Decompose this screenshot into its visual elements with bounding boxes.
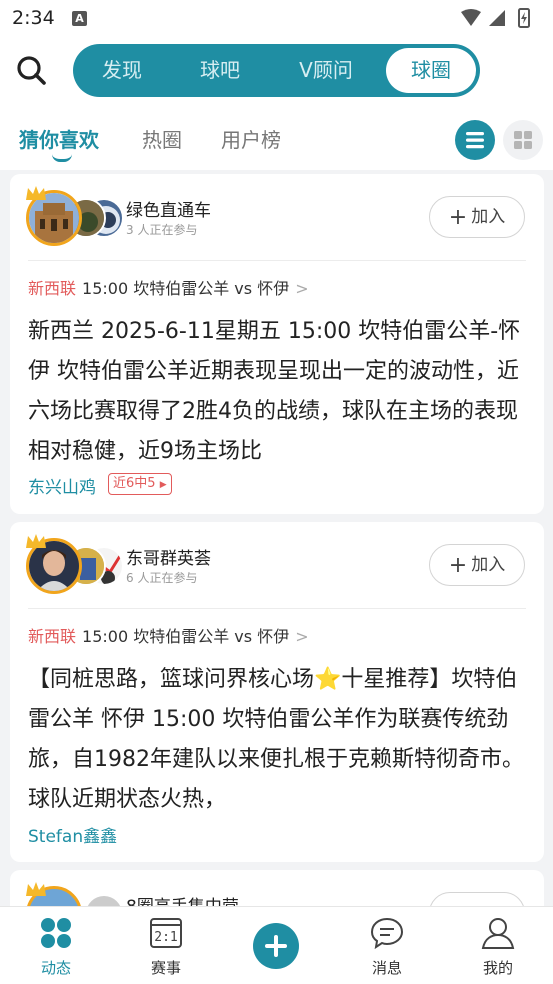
crown-icon [26,882,46,896]
nav-label: 赛事 [150,959,181,977]
status-icons [461,8,530,28]
tab-ball-bar[interactable]: 球吧 [181,44,259,97]
nav-feed[interactable]: 动态 [16,907,96,984]
scoreboard-text: 2:1 [154,930,178,945]
post-text[interactable]: 新西兰 2025-6-11星期五 15:00 坎特伯雷公羊-怀伊 坎特伯雷公羊近… [28,312,528,472]
author-name[interactable]: Stefan鑫鑫 [28,822,117,847]
top-tab-bar: 发现 球吧 V顾问 球圈 [73,44,480,97]
sub-tab-bar: 猜你喜欢 热圈 用户榜 [0,106,553,170]
match-info: 15:00 坎特伯雷公羊 vs 怀伊 [82,279,290,298]
add-button[interactable] [253,923,299,969]
post-text[interactable]: 【同桩思路，篮球问界核心场⭐十星推荐】坎特伯雷公羊 怀伊 15:00 坎特伯雷公… [28,660,528,820]
notification-a-icon: A [72,11,87,26]
league-label: 新西联 [28,279,77,298]
participant-count: 6 人正在参与 [126,571,198,585]
message-icon [370,917,404,950]
match-info: 15:00 坎特伯雷公羊 vs 怀伊 [82,627,290,646]
divider [28,260,526,261]
tab-discover[interactable]: 发现 [83,44,161,97]
record-badge-text: 近6中5 [113,476,156,491]
list-view-icon [466,132,484,149]
circle-card[interactable]: 绿色直通车 3 人正在参与 + 加入 新西联 15:00 坎特伯雷公羊 vs 怀伊 >… [10,174,544,514]
nav-label: 消息 [371,959,402,977]
author-name[interactable]: 东兴山鸡 [28,473,96,498]
nav-label: 动态 [40,959,71,977]
group-name[interactable]: 东哥群英荟 [126,544,211,569]
nav-messages[interactable]: 消息 [347,907,427,984]
user-icon [481,918,515,949]
crown-icon [26,534,46,548]
match-link[interactable]: 新西联 15:00 坎特伯雷公羊 vs 怀伊 > [28,275,309,299]
status-bar: 2:34 A [0,0,553,36]
tab-v-advisor[interactable]: V顾问 [283,44,369,97]
join-button[interactable]: + 加入 [429,196,525,238]
plus-icon: + [448,553,468,578]
divider [28,608,526,609]
circle-card[interactable]: 东哥群英荟 6 人正在参与 + 加入 新西联 15:00 坎特伯雷公羊 vs 怀伊 >… [10,522,544,862]
search-icon[interactable] [14,53,48,87]
sub-tab-guess-you-like[interactable]: 猜你喜欢 [19,124,99,153]
grid-view-button[interactable] [503,120,543,160]
caret-right-icon: ▶ [159,480,167,490]
nav-label: 我的 [482,959,513,977]
bottom-navigation: 动态 2:1 赛事 消息 我的 [0,906,553,984]
nav-matches[interactable]: 2:1 赛事 [126,907,206,984]
sub-tab-hot-circles[interactable]: 热圈 [142,124,182,153]
league-label: 新西联 [28,627,77,646]
list-view-button[interactable] [455,120,495,160]
chevron-right-icon: > [295,627,309,646]
plus-icon: + [448,205,468,230]
participant-count: 3 人正在参与 [126,223,198,237]
chevron-right-icon: > [295,279,309,298]
avatar-group [26,534,126,596]
crown-icon [26,186,46,200]
join-label: 加入 [471,555,506,575]
sub-tab-user-ranking[interactable]: 用户榜 [221,124,281,153]
top-bar: 发现 球吧 V顾问 球圈 [0,36,553,106]
group-name[interactable]: 绿色直通车 [126,196,211,221]
record-badge: 近6中5 ▶ [108,473,172,495]
match-link[interactable]: 新西联 15:00 坎特伯雷公羊 vs 怀伊 > [28,623,309,647]
join-label: 加入 [471,207,506,227]
nav-profile[interactable]: 我的 [458,907,538,984]
circles-icon [41,918,71,948]
tab-ball-circle[interactable]: 球圈 [386,48,476,93]
status-time: 2:34 [12,7,55,29]
avatar-group [26,186,126,248]
grid-view-icon [514,131,532,149]
join-button[interactable]: + 加入 [429,544,525,586]
add-icon [265,935,287,957]
active-tab-indicator [52,154,72,162]
